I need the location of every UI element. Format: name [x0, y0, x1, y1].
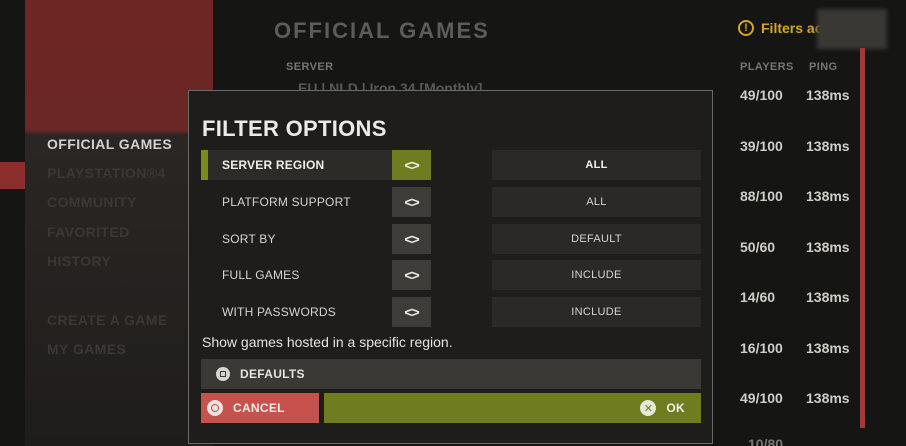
sidebar-panel: [25, 0, 213, 446]
server-players: 14/60: [740, 289, 776, 305]
server-ping: 138ms: [806, 87, 850, 103]
option-label-box: FULL GAMES: [201, 260, 393, 290]
server-players: 50/60: [740, 239, 776, 255]
arrows-icon[interactable]: <>: [392, 187, 431, 217]
arrows-icon[interactable]: <>: [392, 224, 431, 254]
ok-button[interactable]: ✕ OK: [324, 393, 701, 423]
option-label-box: PLATFORM SUPPORT: [201, 187, 393, 217]
cancel-label: CANCEL: [233, 401, 285, 415]
cancel-button[interactable]: CANCEL: [201, 393, 319, 423]
option-value[interactable]: INCLUDE: [492, 297, 701, 327]
server-ping: 138ms: [806, 390, 850, 406]
server-row[interactable]: 88/100 138ms: [740, 188, 850, 204]
arrows-icon[interactable]: <>: [392, 150, 431, 180]
filter-options-dialog: FILTER OPTIONS SERVER REGION <> ALL PLAT…: [188, 90, 713, 444]
sidebar-item-create-a-game[interactable]: CREATE A GAME: [47, 312, 168, 328]
option-platform-support[interactable]: PLATFORM SUPPORT <> ALL: [201, 187, 701, 217]
server-ping: 138ms: [806, 289, 850, 305]
scrollbar[interactable]: [860, 48, 865, 428]
ping-column-header: PING: [809, 61, 838, 73]
option-label: SERVER REGION: [222, 158, 325, 172]
server-players: 16/100: [740, 340, 783, 356]
server-players: 49/100: [740, 87, 783, 103]
option-with-passwords[interactable]: WITH PASSWORDS <> INCLUDE: [201, 297, 701, 327]
server-row[interactable]: 16/100 138ms: [740, 340, 850, 356]
server-ping: 138ms: [806, 138, 850, 154]
blurred-region: [817, 9, 887, 49]
server-ping: 138ms: [806, 340, 850, 356]
server-row[interactable]: 49/100 138ms: [740, 390, 850, 406]
sidebar-item-community[interactable]: COMMUNITY: [47, 194, 137, 210]
sidebar-item-playstation4[interactable]: PLAYSTATION®4: [47, 165, 166, 181]
players-column-header: PLAYERS: [740, 61, 794, 73]
server-players: 88/100: [740, 188, 783, 204]
option-full-games[interactable]: FULL GAMES <> INCLUDE: [201, 260, 701, 290]
arrows-icon[interactable]: <>: [392, 260, 431, 290]
square-button-icon: [216, 367, 230, 381]
server-column-header: SERVER: [286, 61, 334, 73]
cross-button-icon: ✕: [640, 400, 657, 416]
option-value[interactable]: ALL: [492, 150, 701, 180]
server-players: 10/80: [748, 436, 784, 446]
server-row[interactable]: 39/100 138ms: [740, 138, 850, 154]
defaults-label: DEFAULTS: [240, 367, 305, 381]
server-row[interactable]: 14/60 138ms: [740, 289, 850, 305]
filters-active-indicator: ! Filters ac: [738, 20, 822, 36]
option-label: WITH PASSWORDS: [222, 305, 336, 319]
filters-active-label: Filters ac: [761, 20, 823, 36]
circle-button-icon: [207, 400, 223, 416]
option-value[interactable]: ALL: [492, 187, 701, 217]
server-players: 49/100: [740, 390, 783, 406]
option-value[interactable]: DEFAULT: [492, 224, 701, 254]
option-server-region[interactable]: SERVER REGION <> ALL: [201, 150, 701, 180]
sidebar-item-history[interactable]: HISTORY: [47, 253, 111, 269]
sidebar-item-my-games[interactable]: MY GAMES: [47, 341, 126, 357]
server-row[interactable]: 49/100 138ms: [740, 87, 850, 103]
page-title: OFFICIAL GAMES: [274, 18, 490, 43]
option-label: SORT BY: [222, 232, 276, 246]
defaults-button[interactable]: DEFAULTS: [201, 359, 701, 389]
sidebar-highlight-strip: [0, 162, 25, 189]
ok-label: OK: [666, 401, 685, 415]
server-ping: 138ms: [806, 239, 850, 255]
server-players: 39/100: [740, 138, 783, 154]
sidebar-item-favorited[interactable]: FAVORITED: [47, 224, 130, 240]
option-label: FULL GAMES: [222, 268, 300, 282]
option-label-box: SERVER REGION: [201, 150, 393, 180]
option-value[interactable]: INCLUDE: [492, 260, 701, 290]
option-label-box: WITH PASSWORDS: [201, 297, 393, 327]
arrows-icon[interactable]: <>: [392, 297, 431, 327]
sidebar-item-official-games[interactable]: OFFICIAL GAMES: [47, 136, 172, 152]
option-sort-by[interactable]: SORT BY <> DEFAULT: [201, 224, 701, 254]
server-ping: 138ms: [806, 188, 850, 204]
option-label: PLATFORM SUPPORT: [222, 195, 351, 209]
dialog-title: FILTER OPTIONS: [202, 116, 387, 141]
option-description: Show games hosted in a specific region.: [202, 334, 453, 350]
server-row[interactable]: 50/60 138ms: [740, 239, 850, 255]
info-icon: !: [738, 20, 754, 36]
option-label-box: SORT BY: [201, 224, 393, 254]
